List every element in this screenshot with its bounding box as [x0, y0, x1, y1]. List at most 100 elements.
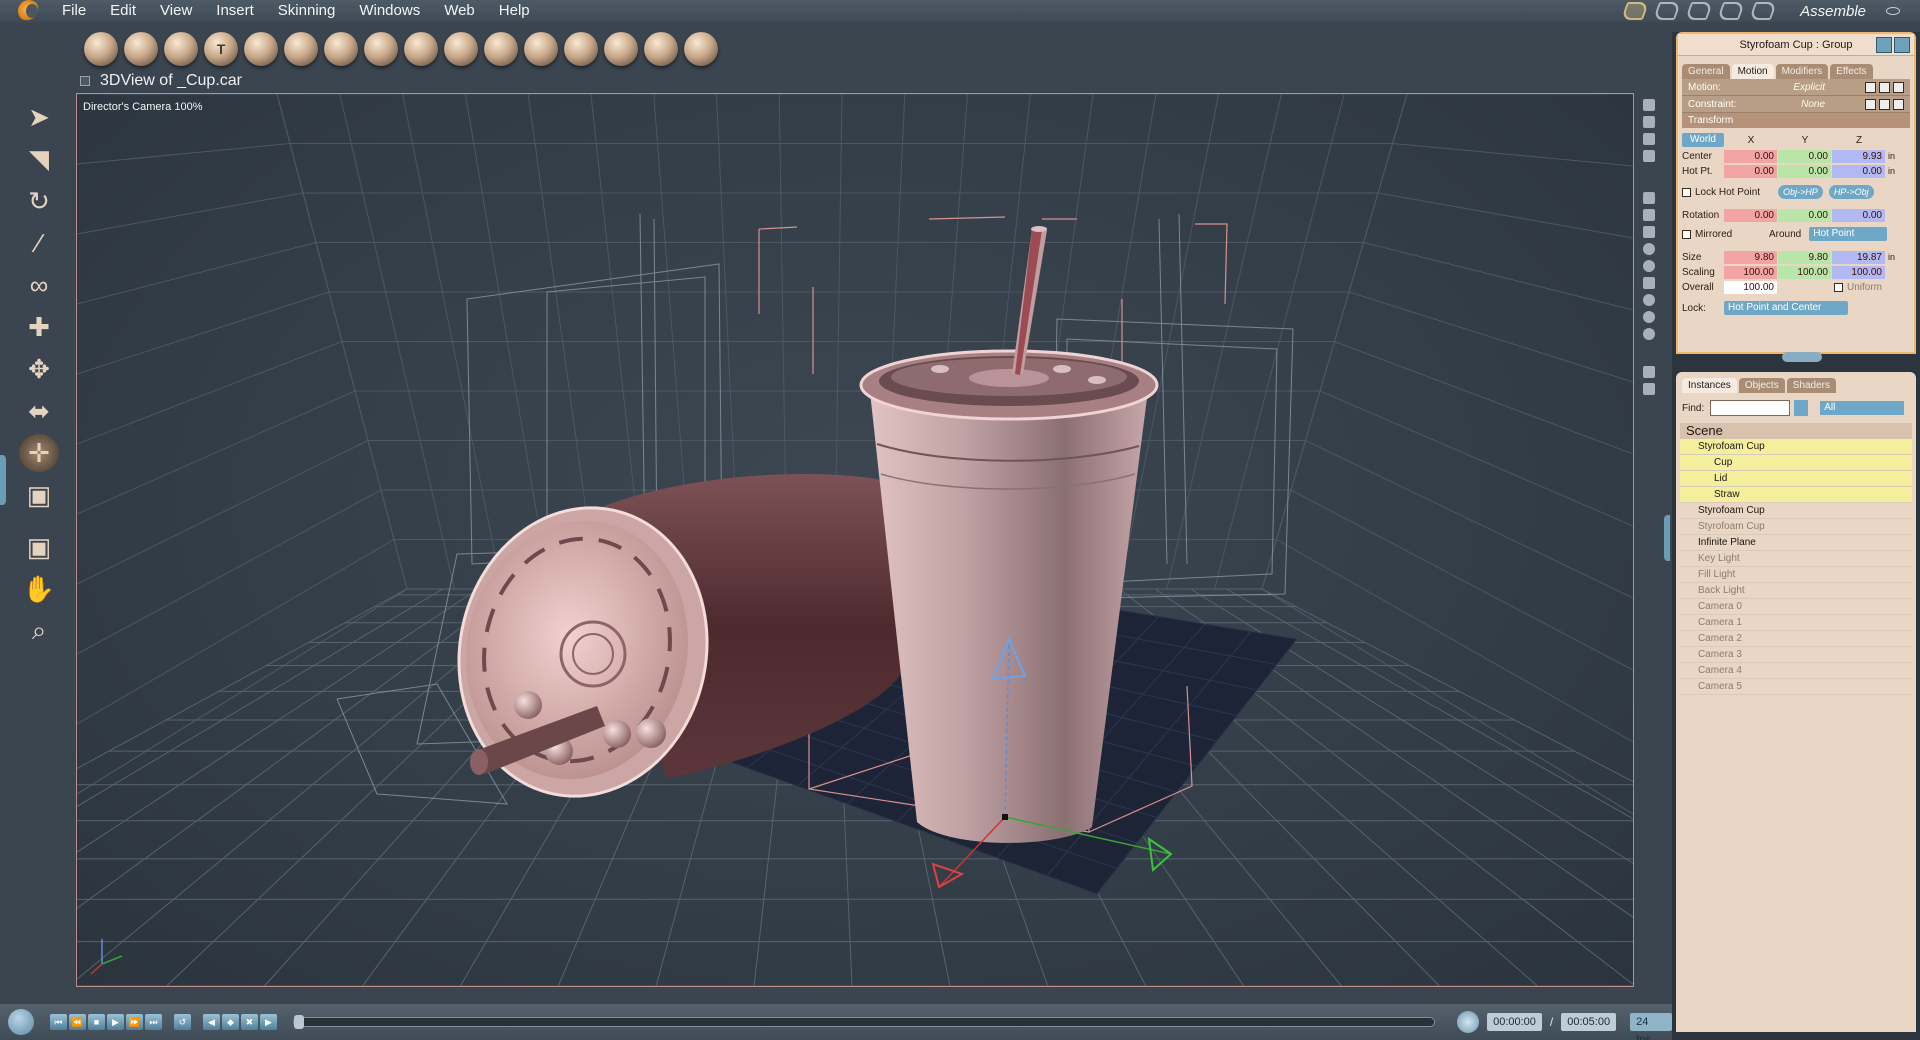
- size-y-field[interactable]: 9.80: [1778, 250, 1831, 264]
- overall-field[interactable]: 100.00: [1724, 280, 1777, 294]
- menu-file[interactable]: File: [50, 0, 98, 22]
- tree-item-back-light[interactable]: Back Light: [1680, 583, 1912, 599]
- cloud-icon[interactable]: [564, 32, 598, 66]
- triple-view-icon[interactable]: [1643, 150, 1655, 162]
- scaling-z-field[interactable]: 100.00: [1832, 265, 1885, 279]
- rotation-y-field[interactable]: 0.00: [1778, 208, 1831, 222]
- move-3d-icon[interactable]: ✥: [19, 350, 59, 388]
- textured-icon[interactable]: [1643, 311, 1655, 323]
- center-y-field[interactable]: 0.00: [1778, 149, 1831, 163]
- uniform-checkbox[interactable]: [1834, 282, 1843, 292]
- scaling-y-field[interactable]: 100.00: [1778, 265, 1831, 279]
- tree-item-fill-light[interactable]: Fill Light: [1680, 567, 1912, 583]
- center-x-field[interactable]: 0.00: [1724, 149, 1777, 163]
- text-icon[interactable]: T: [204, 32, 238, 66]
- gear-small-icon[interactable]: [1865, 81, 1876, 93]
- move-camera-icon[interactable]: ✛: [19, 434, 59, 472]
- wand-icon[interactable]: ∕: [19, 224, 59, 262]
- menu-web[interactable]: Web: [432, 0, 487, 22]
- room-render-icon[interactable]: [1716, 2, 1746, 20]
- disc-icon[interactable]: [644, 32, 678, 66]
- menu-help[interactable]: Help: [487, 0, 542, 22]
- rotation-x-field[interactable]: 0.00: [1724, 208, 1777, 222]
- constraint-gear-icon[interactable]: [1865, 98, 1876, 110]
- filter-dropdown[interactable]: All: [1820, 401, 1905, 415]
- rotate-icon[interactable]: ↻: [19, 182, 59, 220]
- arch-icon[interactable]: [524, 32, 558, 66]
- lock-dropdown[interactable]: Hot Point and Center: [1724, 301, 1848, 315]
- camera-icon[interactable]: ▣: [19, 528, 59, 566]
- flame-icon[interactable]: [244, 32, 278, 66]
- room-storyboard-icon[interactable]: [1748, 2, 1778, 20]
- constraint-save-icon[interactable]: [1879, 98, 1890, 110]
- room-model-icon[interactable]: [1652, 2, 1682, 20]
- play-icon[interactable]: ▶: [106, 1014, 124, 1030]
- tree-item-straw[interactable]: Straw: [1680, 487, 1912, 503]
- gear-icon[interactable]: [364, 32, 398, 66]
- lock-hot-point-checkbox[interactable]: [1682, 187, 1691, 197]
- quad-view-icon[interactable]: [1643, 133, 1655, 145]
- around-dropdown[interactable]: Hot Point: [1809, 227, 1888, 241]
- select-arrow-icon[interactable]: ➤: [19, 98, 59, 136]
- find-history-dropdown[interactable]: [1794, 400, 1809, 416]
- panel-layout-icon[interactable]: [1894, 37, 1910, 53]
- end-time-field[interactable]: 00:05:00: [1561, 1013, 1617, 1031]
- camera-sync-icon[interactable]: [1643, 366, 1655, 378]
- direct-select-icon[interactable]: ◥: [19, 140, 59, 178]
- render-icon[interactable]: [1643, 328, 1655, 340]
- single-view-icon[interactable]: [1643, 99, 1655, 111]
- tab-general[interactable]: General: [1682, 64, 1730, 79]
- scene-root[interactable]: Scene: [1680, 423, 1912, 439]
- shield-icon[interactable]: [1643, 192, 1655, 204]
- tree-item-camera-4[interactable]: Camera 4: [1680, 663, 1912, 679]
- tab-motion[interactable]: Motion: [1731, 64, 1774, 79]
- tree-item-camera-0[interactable]: Camera 0: [1680, 599, 1912, 615]
- tree-item-styrofoam-cup-3[interactable]: Styrofoam Cup: [1680, 519, 1912, 535]
- zoom-icon[interactable]: ⌕: [19, 612, 59, 650]
- clock-icon[interactable]: [1457, 1011, 1480, 1033]
- left-panel-tab[interactable]: [0, 455, 6, 505]
- menu-insert[interactable]: Insert: [204, 0, 266, 22]
- shaded-icon[interactable]: [1643, 294, 1655, 306]
- room-shade-icon[interactable]: [1684, 2, 1714, 20]
- hotpoint-x-field[interactable]: 0.00: [1724, 164, 1777, 178]
- menu-view[interactable]: View: [148, 0, 204, 22]
- constraint-row[interactable]: Constraint: None: [1682, 96, 1910, 113]
- size-x-field[interactable]: 9.80: [1724, 250, 1777, 264]
- torus-icon[interactable]: [284, 32, 318, 66]
- hotpoint-z-field[interactable]: 0.00: [1832, 164, 1885, 178]
- panel-options-icon[interactable]: [1876, 37, 1892, 53]
- size-z-field[interactable]: 19.87: [1832, 250, 1885, 264]
- constraint-folder-icon[interactable]: [1893, 98, 1904, 110]
- tree-item-styrofoam-cup-2[interactable]: Styrofoam Cup: [1680, 503, 1912, 519]
- fps-dropdown[interactable]: 24 fps: [1630, 1013, 1672, 1040]
- rotation-z-field[interactable]: 0.00: [1832, 208, 1885, 222]
- loop-icon[interactable]: ↺: [173, 1014, 191, 1030]
- step-forward-icon[interactable]: ⏩: [125, 1014, 143, 1030]
- bounding-box-icon[interactable]: [1643, 243, 1655, 255]
- space-dropdown[interactable]: World: [1682, 133, 1724, 147]
- tab-objects[interactable]: Objects: [1738, 378, 1785, 393]
- menu-edit[interactable]: Edit: [98, 0, 148, 22]
- motion-value[interactable]: Explicit: [1793, 82, 1825, 93]
- wireframe-icon[interactable]: [1643, 260, 1655, 272]
- viewport-close-button[interactable]: [80, 76, 90, 86]
- timeline-logo-icon[interactable]: [8, 1009, 34, 1035]
- tree-item-lid[interactable]: Lid: [1680, 471, 1912, 487]
- eye-icon[interactable]: [1886, 7, 1900, 15]
- hand-icon[interactable]: ✋: [19, 570, 59, 608]
- tree-item-camera-3[interactable]: Camera 3: [1680, 647, 1912, 663]
- transform-section-head[interactable]: Transform: [1682, 113, 1910, 128]
- panel-resize-grip[interactable]: [1782, 352, 1822, 362]
- go-end-icon[interactable]: ⏭: [144, 1014, 162, 1030]
- cube-icon[interactable]: [1643, 277, 1655, 289]
- motion-row[interactable]: Motion: Explicit: [1682, 79, 1910, 96]
- key-icon[interactable]: ◆: [221, 1014, 239, 1030]
- menu-windows[interactable]: Windows: [347, 0, 432, 22]
- tree-item-camera-5[interactable]: Camera 5: [1680, 679, 1912, 695]
- go-start-icon[interactable]: ⏮: [49, 1014, 67, 1030]
- scaling-x-field[interactable]: 100.00: [1724, 265, 1777, 279]
- tree-icon[interactable]: [404, 32, 438, 66]
- shield-light-icon[interactable]: [1643, 226, 1655, 238]
- goblet-icon[interactable]: [124, 32, 158, 66]
